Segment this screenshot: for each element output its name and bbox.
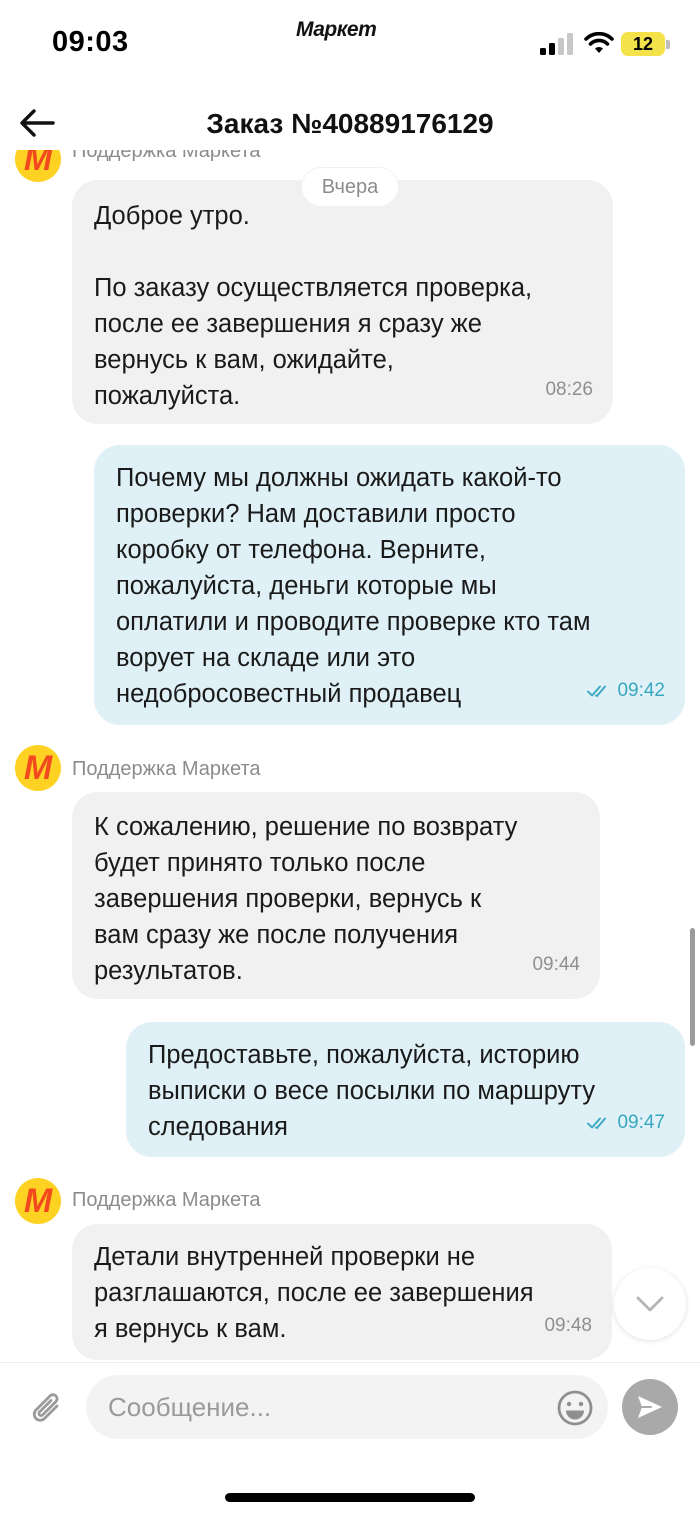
sender-name: Поддержка Маркета bbox=[72, 150, 261, 162]
sender-name: Поддержка Маркета bbox=[72, 758, 261, 780]
message-time: 08:26 bbox=[545, 379, 593, 400]
status-app-name: Маркет bbox=[296, 18, 377, 41]
avatar: М bbox=[15, 1178, 61, 1224]
market-logo-icon: М bbox=[23, 150, 53, 178]
wifi-icon bbox=[584, 32, 614, 53]
battery-level: 12 bbox=[621, 32, 665, 56]
message-text: К сожалению, решение по возврату будет п… bbox=[94, 813, 518, 985]
message-text: Детали внутренней проверки не разглашают… bbox=[94, 1243, 534, 1343]
emoji-icon bbox=[557, 1390, 593, 1426]
market-logo-icon: М bbox=[23, 1182, 53, 1220]
emoji-button[interactable] bbox=[556, 1389, 594, 1427]
scroll-to-bottom-button[interactable] bbox=[614, 1268, 686, 1340]
message-text: Почему мы должны ожидать какой-то провер… bbox=[116, 464, 591, 708]
avatar: М bbox=[15, 150, 61, 182]
attach-button[interactable] bbox=[26, 1387, 70, 1431]
send-button[interactable] bbox=[622, 1379, 678, 1435]
chevron-down-icon bbox=[636, 1296, 664, 1312]
status-time: 09:03 bbox=[52, 26, 129, 58]
message-bubble-incoming[interactable]: Доброе утро. По заказу осуществляется пр… bbox=[72, 180, 613, 424]
message-time: 09:42 bbox=[587, 673, 665, 709]
market-logo-icon: М bbox=[23, 749, 53, 787]
message-input[interactable] bbox=[86, 1375, 608, 1439]
avatar: М bbox=[15, 745, 61, 791]
page-title: Заказ №40889176129 bbox=[206, 108, 494, 139]
message-text: Предоставьте, пожалуйста, историю выписк… bbox=[148, 1041, 596, 1141]
send-icon bbox=[638, 1396, 662, 1418]
message-bubble-outgoing[interactable]: Предоставьте, пожалуйста, историю выписк… bbox=[126, 1022, 685, 1157]
message-text: Доброе утро. По заказу осуществляется пр… bbox=[94, 202, 533, 410]
message-time: 09:47 bbox=[587, 1105, 665, 1141]
message-bubble-incoming[interactable]: Детали внутренней проверки не разглашают… bbox=[72, 1224, 612, 1360]
paperclip-icon bbox=[32, 1393, 59, 1422]
chat-scrollbar[interactable] bbox=[690, 928, 695, 1046]
cellular-signal-icon bbox=[540, 33, 573, 55]
message-bubble-outgoing[interactable]: Почему мы должны ожидать какой-то провер… bbox=[94, 445, 685, 725]
home-indicator[interactable] bbox=[225, 1493, 475, 1502]
message-composer bbox=[0, 1362, 700, 1515]
message-bubble-incoming[interactable]: К сожалению, решение по возврату будет п… bbox=[72, 792, 600, 999]
double-check-icon bbox=[587, 1117, 607, 1129]
battery-cap bbox=[666, 40, 670, 49]
message-time: 09:44 bbox=[532, 954, 580, 975]
chat-messages[interactable]: М Поддержка Маркета Доброе утро. По зака… bbox=[0, 150, 700, 1362]
double-check-icon bbox=[587, 685, 607, 697]
message-time: 09:48 bbox=[544, 1315, 592, 1336]
date-separator: Вчера bbox=[302, 168, 398, 206]
status-bar: 09:03 Маркет 12 bbox=[0, 0, 700, 90]
sender-name: Поддержка Маркета bbox=[72, 1189, 261, 1211]
